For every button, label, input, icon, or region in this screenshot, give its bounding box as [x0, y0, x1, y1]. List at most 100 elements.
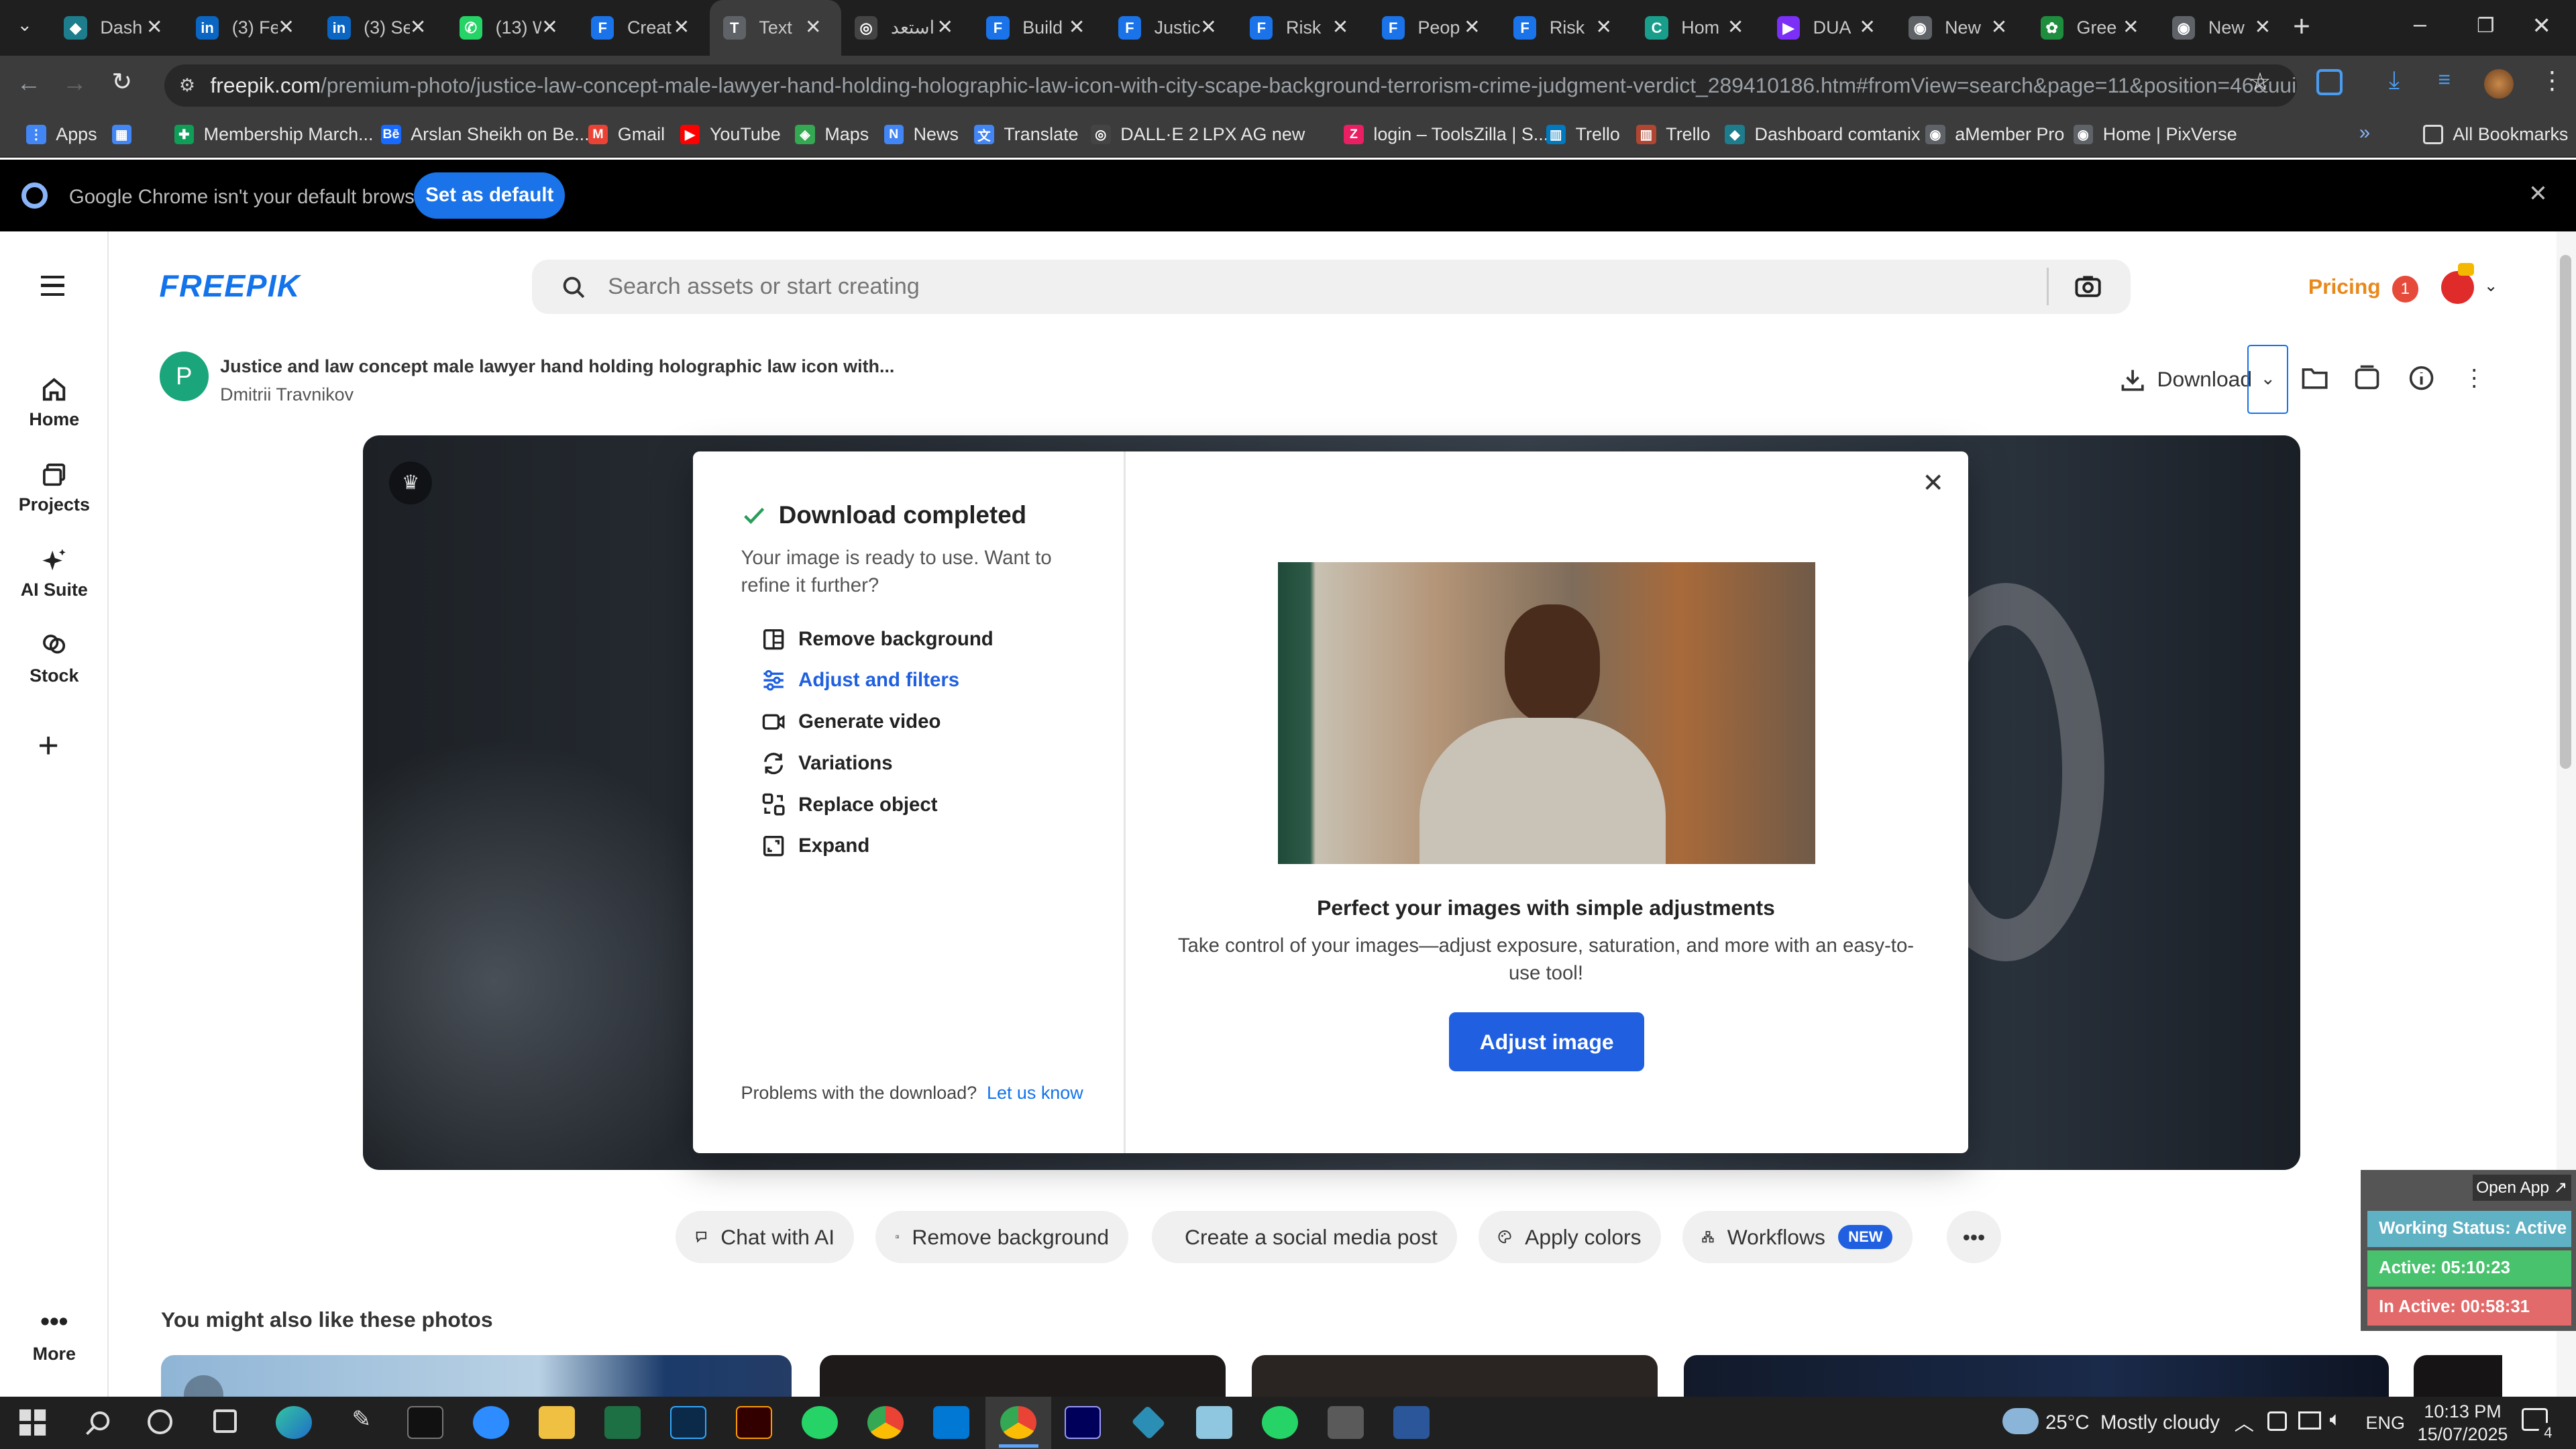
modal-action-item[interactable]: Expand: [762, 830, 869, 863]
tray-chevron-icon[interactable]: ︿: [2235, 1408, 2254, 1436]
info-icon[interactable]: [2408, 365, 2434, 391]
bookmark-item[interactable]: ◉ aMember Pro: [1925, 121, 2064, 148]
more-options-icon[interactable]: · · ·: [2467, 356, 2481, 397]
browser-tab[interactable]: F Build ✕: [973, 0, 1105, 56]
weather-text[interactable]: 25°C Mostly cloudy: [2045, 1411, 2220, 1434]
bookmark-item[interactable]: ▦: [111, 121, 142, 148]
back-icon[interactable]: ←: [16, 69, 41, 97]
author-name[interactable]: Dmitrii Travnikov: [220, 384, 354, 405]
pen-taskbar-icon[interactable]: ✎: [343, 1406, 380, 1439]
folder-icon[interactable]: [2302, 366, 2328, 389]
browser-tab[interactable]: T Text ✕: [709, 0, 841, 56]
profile-avatar[interactable]: [2483, 68, 2514, 99]
illustrator-taskbar-icon[interactable]: [736, 1406, 773, 1440]
tab-close-icon[interactable]: ✕: [1988, 16, 2010, 39]
bookmark-star-icon[interactable]: ☆: [2249, 67, 2271, 96]
cortana-icon[interactable]: [148, 1409, 173, 1434]
language-indicator[interactable]: ENG: [2366, 1413, 2405, 1434]
tab-close-icon[interactable]: ✕: [538, 16, 561, 39]
minimize-button[interactable]: –: [2396, 0, 2445, 56]
hamburger-icon[interactable]: [41, 276, 64, 296]
excel-taskbar-icon[interactable]: [604, 1406, 641, 1440]
tool-pill[interactable]: Chat with AI: [675, 1210, 855, 1264]
file-explorer-taskbar-icon[interactable]: [539, 1406, 576, 1440]
bookmark-item[interactable]: LPX AG new: [1203, 121, 1305, 148]
terminal-taskbar-icon[interactable]: [407, 1406, 444, 1440]
user-avatar[interactable]: [2441, 262, 2475, 305]
tab-close-icon[interactable]: ✕: [1460, 16, 1483, 39]
tab-close-icon[interactable]: ✕: [802, 16, 824, 39]
related-thumb[interactable]: [820, 1355, 1226, 1397]
related-thumb[interactable]: [1684, 1355, 2389, 1397]
tab-close-icon[interactable]: ✕: [2251, 16, 2274, 39]
reload-icon[interactable]: ↻: [112, 67, 133, 96]
bookmark-item[interactable]: ◈ Maps: [795, 121, 869, 148]
pricing-link[interactable]: Pricing: [2308, 274, 2381, 299]
freepik-logo[interactable]: FREEPIK: [160, 268, 301, 304]
tab-close-icon[interactable]: ✕: [274, 16, 297, 39]
chrome-menu-icon[interactable]: ⋮: [2540, 66, 2565, 95]
calculator-taskbar-icon[interactable]: [1327, 1406, 1364, 1440]
nav-stock[interactable]: Stock: [0, 633, 109, 686]
clock-time[interactable]: 10:13 PM: [2420, 1401, 2505, 1422]
nav-ai-suite[interactable]: AI Suite: [0, 547, 109, 601]
let-us-know-link[interactable]: Let us know: [987, 1083, 1083, 1103]
download-button[interactable]: Download: [2121, 362, 2252, 398]
adjust-image-button[interactable]: Adjust image: [1449, 1012, 1645, 1071]
task-view-icon[interactable]: [213, 1409, 237, 1433]
browser-tab[interactable]: F Justic ✕: [1105, 0, 1236, 56]
browser-tab[interactable]: ✆ (13) W✕: [446, 0, 578, 56]
modal-action-item[interactable]: Remove background: [762, 623, 994, 655]
photoshop-taskbar-icon[interactable]: [670, 1406, 707, 1440]
tool-pill[interactable]: Apply colors: [1479, 1210, 1661, 1264]
vscode-taskbar-icon[interactable]: [933, 1406, 969, 1440]
clock-date[interactable]: 15/07/2025: [2415, 1424, 2510, 1445]
related-thumb[interactable]: [2413, 1355, 2502, 1397]
weather-icon[interactable]: [2002, 1407, 2039, 1434]
browser-tab[interactable]: F Peop ✕: [1368, 0, 1500, 56]
bookmarks-overflow-icon[interactable]: »: [2359, 121, 2370, 144]
related-thumb[interactable]: [161, 1355, 792, 1415]
volume-icon[interactable]: 🔈︎: [2330, 1408, 2342, 1431]
bookmark-item[interactable]: 文 Translate: [974, 121, 1079, 148]
tab-close-icon[interactable]: ✕: [407, 16, 429, 39]
bookmark-item[interactable]: M Gmail: [588, 121, 665, 148]
bookmark-item[interactable]: ✚ Membership March...: [174, 121, 374, 148]
whatsapp-business-taskbar-icon[interactable]: [1261, 1406, 1298, 1440]
browser-tab[interactable]: ◉ New ✕: [1896, 0, 2027, 56]
tab-close-icon[interactable]: ✕: [2119, 16, 2142, 39]
tray-app-icon[interactable]: [2267, 1411, 2287, 1432]
open-app-link[interactable]: Open App ↗: [2472, 1175, 2571, 1201]
windows-start-icon[interactable]: [19, 1409, 46, 1436]
collection-icon[interactable]: [2354, 365, 2380, 391]
set-default-button[interactable]: Set as default: [414, 172, 566, 219]
tab-close-icon[interactable]: ✕: [1724, 16, 1747, 39]
restore-button[interactable]: ❐: [2461, 0, 2510, 56]
bookmark-item[interactable]: ▶ YouTube: [680, 121, 781, 148]
downloads-icon[interactable]: ⤓: [2389, 66, 2400, 95]
tab-search-icon[interactable]: ⌄: [10, 15, 40, 41]
browser-tab[interactable]: ▶ DUA ✕: [1764, 0, 1895, 56]
user-menu-chevron-icon[interactable]: ⌄: [2484, 276, 2498, 296]
infobar-close-icon[interactable]: ✕: [2528, 180, 2548, 207]
add-icon[interactable]: +: [38, 724, 58, 766]
browser-tab[interactable]: ◆ Dash ✕: [51, 0, 182, 56]
close-window-button[interactable]: ✕: [2517, 0, 2566, 56]
tab-close-icon[interactable]: ✕: [143, 16, 166, 39]
browser-tab[interactable]: F Creat ✕: [578, 0, 710, 56]
modal-action-item[interactable]: Replace object: [762, 788, 938, 821]
bookmark-item[interactable]: Zlogin – ToolsZilla | S...: [1344, 121, 1548, 148]
bookmark-item[interactable]: ◎ DALL·E 2: [1091, 121, 1199, 148]
bookmark-item[interactable]: ▥ Trello: [1636, 121, 1711, 148]
bookmark-item[interactable]: ⋮ Apps: [26, 121, 97, 148]
bookmark-item[interactable]: N News: [883, 121, 959, 148]
search-bar[interactable]: [532, 259, 2131, 314]
all-bookmarks[interactable]: All Bookmarks: [2423, 121, 2568, 148]
search-input[interactable]: [608, 269, 2021, 305]
media-icon[interactable]: ≡: [2438, 67, 2451, 92]
network-icon[interactable]: [2298, 1411, 2322, 1430]
browser-tab[interactable]: in (3) Se ✕: [315, 0, 446, 56]
tab-close-icon[interactable]: ✕: [1856, 16, 1878, 39]
nav-projects[interactable]: Projects: [0, 462, 109, 515]
chrome-taskbar-icon[interactable]: [867, 1406, 904, 1440]
